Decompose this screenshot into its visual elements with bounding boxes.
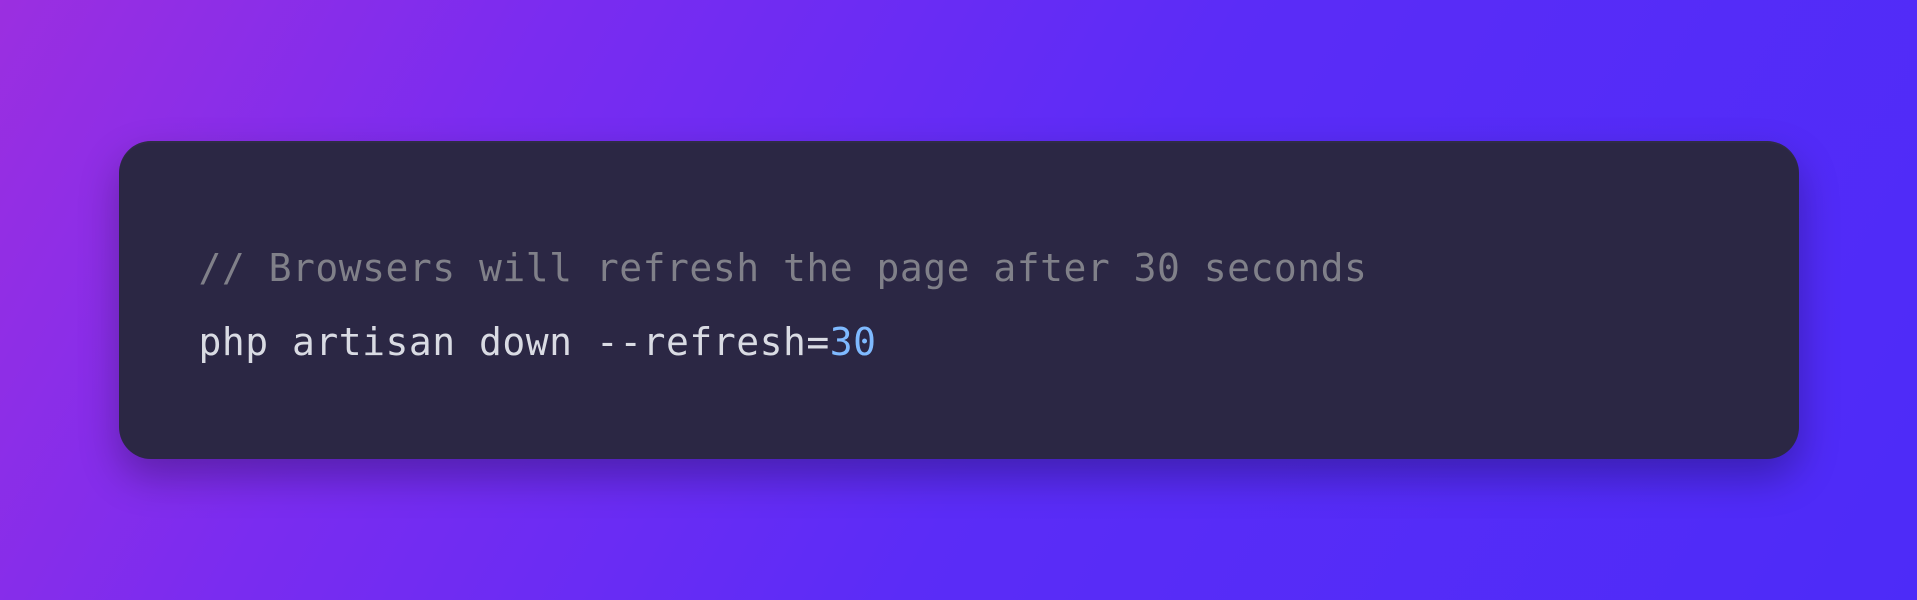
code-block-card: // Browsers will refresh the page after … [119, 141, 1799, 459]
code-comment: // Browsers will refresh the page after … [199, 246, 1368, 290]
code-command-text: php artisan down --refresh= [199, 320, 830, 364]
code-block: // Browsers will refresh the page after … [199, 231, 1719, 379]
code-command-number: 30 [830, 320, 877, 364]
